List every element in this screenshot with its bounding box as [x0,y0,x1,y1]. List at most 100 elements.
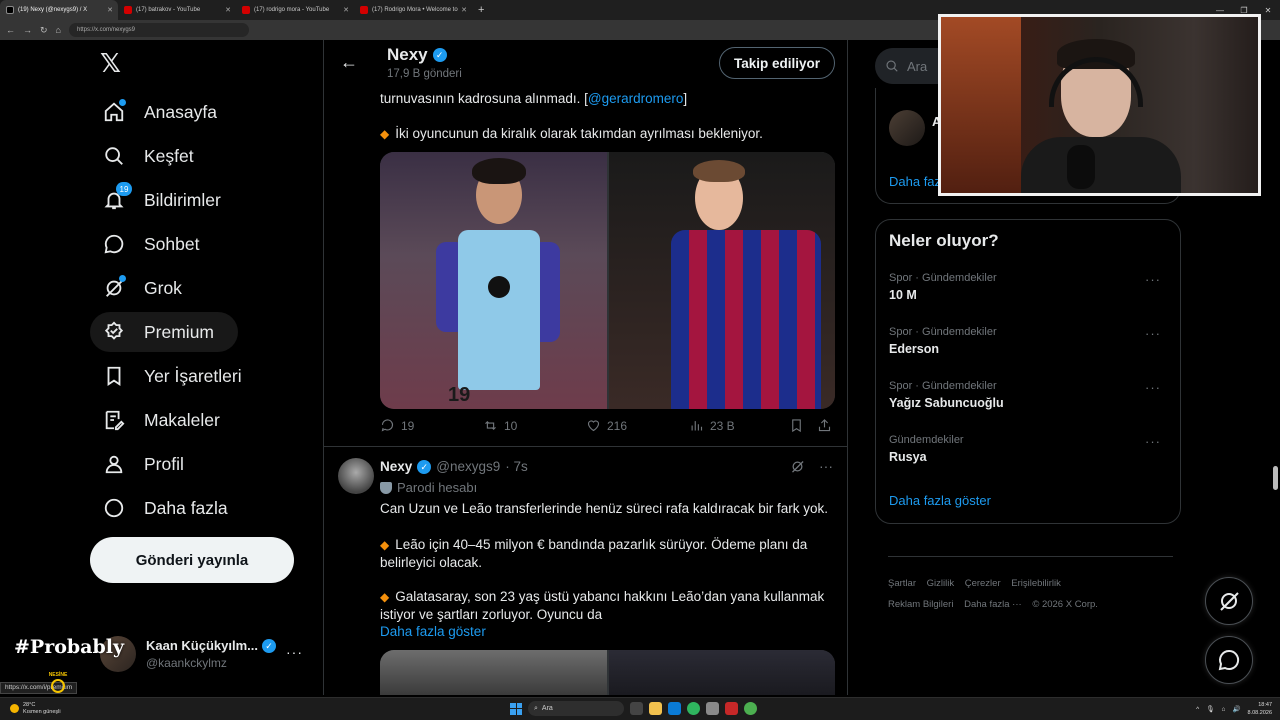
trend-category: Spor · Gündemdekiler [889,380,997,392]
footer-link-terms[interactable]: Şartlar [888,578,916,589]
nav-item-grok[interactable]: Grok [90,268,194,308]
messages-fab-button[interactable] [1205,636,1253,684]
bookmark-icon [792,419,801,433]
reply-button[interactable]: 19 [380,418,483,433]
repost-button[interactable]: 10 [483,418,586,433]
nav-item-bookmarks[interactable]: Yer İşaretleri [90,356,254,396]
trend-title: Ederson [889,342,940,356]
browser-tab-rodrigo-mora-welcome[interactable]: (17) Rodrigo Mora • Welcome to ✕ [354,0,472,20]
account-switcher[interactable]: Kaan Küçükyılm... ✓ @kaankckylmz ··· [100,632,315,676]
more-options-icon[interactable]: ··· [1145,326,1161,341]
store-icon[interactable] [668,702,681,715]
trend-item[interactable]: Gündemdekiler Rusya ··· [889,434,1169,464]
chevron-up-icon[interactable]: ^ [1196,706,1199,713]
verified-icon: ✓ [261,638,276,653]
browser-tab-rodrigo-mora[interactable]: (17) rodrigo mora - YouTube ✕ [236,0,354,20]
browser-tab-nexy[interactable]: (19) Nexy (@nexygs9) / X ✕ [0,0,118,20]
player-photo-right[interactable] [608,152,835,409]
url-input[interactable]: https://x.com/nexygs9 [68,23,249,37]
avatar[interactable] [889,110,925,146]
tweet-media[interactable]: 19 [380,152,835,409]
stream-hashtag-overlay: #Probably [14,636,125,658]
chat-icon [1218,649,1240,671]
nav-item-home[interactable]: Anasayfa [90,92,229,132]
show-more-link[interactable]: Daha fazla göster [380,624,486,639]
views-button[interactable]: 23 B [689,418,789,433]
footer-link-privacy[interactable]: Gizlilik [927,578,954,589]
media-photo-left[interactable] [380,650,607,695]
more-options-icon[interactable]: ··· [1145,380,1161,395]
close-icon[interactable]: ✕ [225,6,231,14]
footer-link-accessibility[interactable]: Erişilebilirlik [1011,578,1061,589]
nav-item-notifications[interactable]: 19 Bildirimler [90,180,233,220]
notification-dot [119,99,126,106]
tweet-header-actions: ··· [790,458,833,474]
task-view-icon[interactable] [630,702,643,715]
file-explorer-icon[interactable] [649,702,662,715]
more-options-icon[interactable]: ··· [286,644,303,660]
edge-icon[interactable] [687,702,700,715]
author-name[interactable]: Nexy [380,459,412,474]
nav-item-profile[interactable]: Profil [90,444,196,484]
network-icon[interactable]: ⌂ [1222,706,1226,713]
copyright: © 2026 X Corp. [1032,599,1098,610]
close-icon[interactable]: ✕ [107,6,113,14]
back-arrow-icon[interactable]: ← [340,52,358,73]
weather-widget[interactable]: 28°C Kısmen güneşli [10,702,61,716]
close-icon[interactable]: ✕ [343,6,349,14]
avatar[interactable] [338,458,374,494]
orange-diamond-icon: ◆ [380,127,390,141]
media-photo-right[interactable] [608,650,835,695]
nav-item-explore[interactable]: Keşfet [90,136,206,176]
tweet-media[interactable] [380,650,835,695]
author-handle[interactable]: @nexygs9 [436,459,500,474]
volume-icon[interactable]: 🔊 [1232,705,1240,713]
chrome-icon[interactable] [744,702,757,715]
footer-link-cookies[interactable]: Çerezler [965,578,1001,589]
nav-item-chat[interactable]: Sohbet [90,224,211,264]
tweet-time[interactable]: · 7s [505,459,528,474]
bookmark-button[interactable] [789,418,817,433]
more-options-icon[interactable]: ··· [819,458,833,474]
new-tab-button[interactable]: + [478,4,484,16]
tweet-text-part: turnuvasının kadrosuna alınmadı. [ [380,91,588,106]
nav-item-articles[interactable]: Makaleler [90,400,232,440]
forward-icon[interactable]: → [23,25,32,35]
more-options-icon[interactable]: ··· [1145,434,1161,449]
show-more-link[interactable]: Daha fazla göster [889,493,991,508]
clock[interactable]: 18:47 8.08.2026 [1248,701,1272,717]
nav-item-more[interactable]: Daha fazla [90,488,240,528]
share-button[interactable] [817,418,832,433]
grok-fab-button[interactable] [1205,577,1253,625]
close-icon[interactable]: ✕ [461,6,467,14]
post-button[interactable]: Gönderi yayınla [90,537,294,583]
grok-icon[interactable] [790,459,805,474]
windows-start-icon[interactable] [510,702,522,715]
mention-link[interactable]: @gerardromero [588,91,684,106]
scrollbar-thumb[interactable] [1273,466,1278,490]
like-count: 216 [607,418,628,433]
mail-icon[interactable] [706,702,719,715]
trend-item[interactable]: Spor · Gündemdekiler Yağız Sabuncuoğlu ·… [889,380,1169,410]
trend-item[interactable]: Spor · Gündemdekiler 10 M ··· [889,272,1169,302]
x-logo-icon[interactable]: 𝕏 [100,50,126,76]
trend-item[interactable]: Spor · Gündemdekiler Ederson ··· [889,326,1169,356]
microphone-icon[interactable]: 🎙 [1206,705,1214,713]
post-count: 17,9 B gönderi [387,68,462,80]
player-photo-left[interactable]: 19 [380,152,607,409]
home-browser-icon[interactable]: ⌂ [56,25,61,35]
browser-tab-batrakov[interactable]: (17) batrakov - YouTube ✕ [118,0,236,20]
like-button[interactable]: 216 [586,418,689,433]
footer-link-more[interactable]: Daha fazla ··· [964,599,1022,610]
reload-icon[interactable]: ↻ [40,25,48,36]
back-icon[interactable]: ← [6,25,15,35]
app-icon[interactable] [725,702,738,715]
nav-item-premium[interactable]: Premium [90,312,239,352]
footer-link-ads-info[interactable]: Reklam Bilgileri [888,599,953,610]
more-options-icon[interactable]: ··· [1145,272,1161,287]
search-input[interactable]: Ara [875,48,943,84]
following-button[interactable]: Takip ediliyor [718,47,835,79]
tweet-text: Can Uzun ve Leão transferlerinde henüz s… [380,501,828,516]
account-handle: @kaankckylmz [146,656,227,670]
taskbar-search[interactable]: ⌕ Ara [528,701,624,716]
